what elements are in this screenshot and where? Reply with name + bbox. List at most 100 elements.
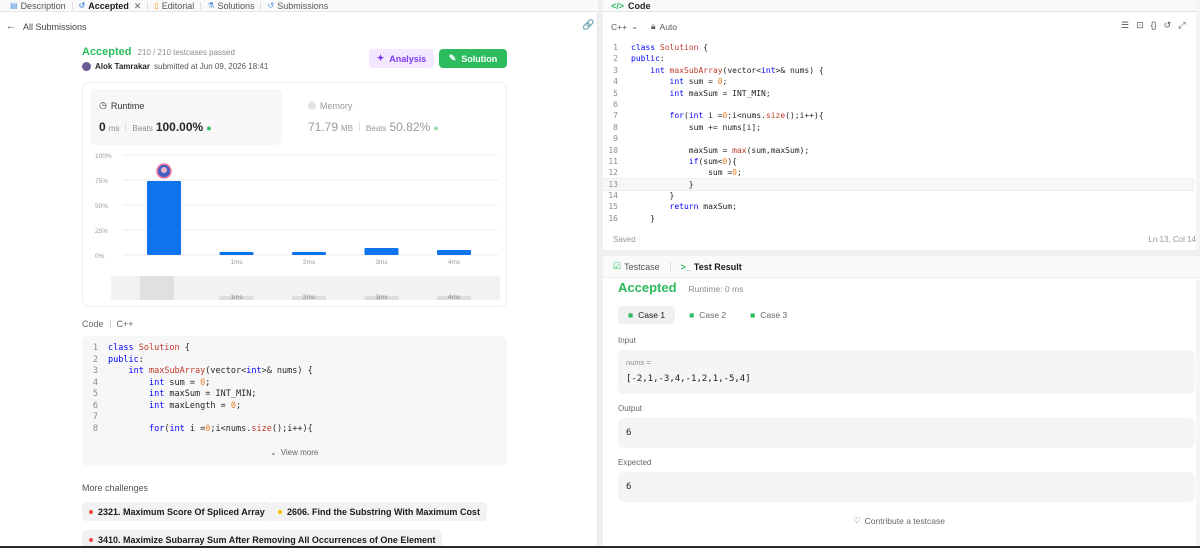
back-label: All Submissions (23, 21, 87, 32)
editor-scrollbar[interactable] (1196, 0, 1200, 250)
line-text: for(int i =0;i<nums.size();i++){ (148, 423, 313, 434)
preview-line: 8 for(int i =0;i<nums.size();i++){ (82, 424, 502, 436)
tab-editorial[interactable]: ▯ Editorial (148, 0, 200, 12)
range-label: 4ms (448, 294, 461, 301)
save-status: Saved (613, 235, 636, 244)
line-text: } (631, 191, 675, 201)
line-text: int maxLength = 0; (148, 400, 242, 411)
memory-title: Memory (319, 100, 353, 111)
solution-button[interactable]: ✎ Solution (439, 49, 507, 68)
sparkle-icon: ✦ (376, 53, 385, 63)
input-var: nums = (626, 358, 651, 367)
bar (437, 250, 471, 255)
case-tab-3[interactable]: ■ Case 3 (740, 306, 797, 324)
tab-solutions-label: Solutions (217, 0, 255, 11)
code-icon: </> (611, 0, 625, 11)
line-text: int maxSubArray(vector<int>& nums) { (128, 366, 313, 376)
line-number: 8 (92, 423, 98, 434)
challenge-item[interactable]: 2606. Find the Substring With Maximum Co… (271, 502, 487, 521)
line-text: int sum = 0; (148, 377, 211, 388)
tab-testcase[interactable]: ☑ Testcase (613, 261, 660, 272)
heart-icon: ♡ (853, 515, 861, 525)
test-result-panel: ☑ Testcase >_ Test Result Accepted Runti… (603, 256, 1200, 546)
accepted-icon: ↺ (78, 0, 86, 10)
editor-line: 4 int sum = 0; (603, 76, 1193, 87)
back-to-submissions[interactable]: ← All Submissions (6, 21, 87, 32)
line-text: sum += nums[i]; (631, 122, 762, 132)
case-label: Case 2 (699, 310, 727, 320)
line-number: 15 (608, 202, 618, 212)
tab-test-result-label: Test Result (693, 261, 742, 272)
editor-line: 2 public: (603, 53, 1193, 64)
submission-panel: ▤ Description ↺ Accepted ✕ ▯ Editorial ⚗… (0, 0, 598, 548)
auto-mode-toggle[interactable]: 🔒︎ Auto (651, 21, 677, 32)
runtime-distribution-chart: 100% 75% 50% 25% 0% 1ms 2ms 3ms 4ms 1ms 2ms 3ms 4ms (95, 153, 500, 301)
tab-description[interactable]: ▤ Description (4, 0, 72, 12)
tab-submissions[interactable]: ↺ Submissions (261, 0, 334, 12)
language-select[interactable]: C++ ⌄ (611, 21, 638, 32)
more-challenges-title: More challenges (82, 483, 149, 493)
check-icon: ■ (628, 310, 634, 320)
expected-value: 6 (626, 482, 632, 492)
submissions-icon: ↺ (267, 0, 275, 10)
editor-line: 13 } (602, 177, 1194, 192)
bookmark-icon[interactable]: ⊡ (1136, 20, 1144, 31)
view-more-label: View more (280, 448, 319, 457)
result-runtime: Runtime: 0 ms (688, 284, 744, 294)
close-tab-icon[interactable]: ✕ (134, 0, 142, 12)
submission-status: Accepted 210 / 210 testcases passed (82, 46, 235, 58)
preview-line: 7 (82, 412, 502, 424)
editor-line: 12 sum =0; (603, 167, 1193, 178)
submitted-time: submitted at Jun 09, 2026 18:41 (154, 62, 269, 71)
editor-line: 7 for(int i =0;i<nums.size();i++){ (603, 110, 1193, 121)
case-label: Case 3 (760, 310, 788, 320)
range-label: 3ms (375, 294, 388, 301)
editor-lines[interactable]: 1 class Solution {2 public: 3 int maxSubArr… (602, 42, 1194, 224)
editor-header: </> Code (603, 0, 1200, 12)
fullscreen-icon[interactable]: ⤢ (1178, 20, 1185, 31)
tab-solutions[interactable]: ⚗ Solutions (201, 0, 260, 12)
case-tab-1[interactable]: ■ Case 1 (618, 306, 676, 324)
editor-line: 3 int maxSubArray(vector<int>& nums) { (603, 65, 1193, 76)
runtime-header: ◷ Runtime (99, 100, 144, 111)
editor-line: 8 sum += nums[i]; (603, 122, 1193, 133)
editorial-icon: ▯ (154, 0, 159, 10)
link-icon[interactable]: 🔗 (582, 20, 594, 31)
memory-panel[interactable]: ◎ Memory 71.79 MB Beats 50.82% ● (301, 89, 493, 145)
line-number: 3 (92, 366, 98, 376)
challenge-item[interactable]: 2321. Maximum Score Of Spliced Array (82, 502, 272, 521)
line-number: 14 (608, 191, 618, 201)
case-tab-2[interactable]: ■ Case 2 (679, 306, 736, 324)
challenge-label: 2606. Find the Substring With Maximum Co… (287, 506, 480, 517)
contribute-testcase-button[interactable]: ♡ Contribute a testcase (853, 515, 945, 526)
check-icon: ■ (750, 310, 756, 320)
divider (669, 262, 671, 271)
author-name[interactable]: Alok Tamrakar (95, 62, 150, 71)
line-text: int maxSum = INT_MIN; (148, 389, 257, 399)
braces-icon[interactable]: {} (1151, 20, 1157, 31)
runtime-panel[interactable]: ◷ Runtime 0 ms Beats 100.00% ● (90, 89, 282, 145)
runtime-title: Runtime (110, 100, 145, 111)
output-box[interactable]: 6 (618, 418, 1195, 448)
preview-line: 3 int maxSubArray(vector<int>& nums) { (82, 366, 502, 378)
test-scrollbar[interactable] (1196, 280, 1200, 546)
challenge-label: 2321. Maximum Score Of Spliced Array (98, 506, 265, 517)
reset-icon[interactable]: ↺ (1164, 20, 1172, 31)
code-editor-panel: </> Code C++ ⌄ 🔒︎ Auto ☰ ⊡ {} ↺ ⤢ 1 class… (602, 0, 1200, 250)
view-more-button[interactable]: ⌄ View more (270, 448, 318, 457)
line-number: 13 (608, 179, 618, 189)
format-icon[interactable]: ☰ (1121, 20, 1129, 31)
analysis-button[interactable]: ✦ Analysis (369, 49, 434, 68)
result-status: Accepted Runtime: 0 ms (618, 280, 743, 295)
input-box[interactable]: nums = [-2,1,-3,4,-1,2,1,-5,4] (618, 350, 1195, 394)
author-line: Alok Tamrakar submitted at Jun 09, 2026 … (82, 62, 268, 71)
tab-test-result[interactable]: >_ Test Result (681, 262, 742, 272)
expected-box[interactable]: 6 (618, 472, 1195, 502)
memory-beats-value: 50.82% (389, 120, 431, 134)
code-label: Code (82, 319, 104, 329)
tab-accepted[interactable]: ↺ Accepted ✕ (73, 0, 148, 12)
avatar[interactable] (82, 62, 91, 71)
line-text: if(sum<0){ (688, 156, 737, 166)
beats-icon: ● (433, 123, 439, 133)
x-tick-label: 3ms (375, 259, 388, 266)
